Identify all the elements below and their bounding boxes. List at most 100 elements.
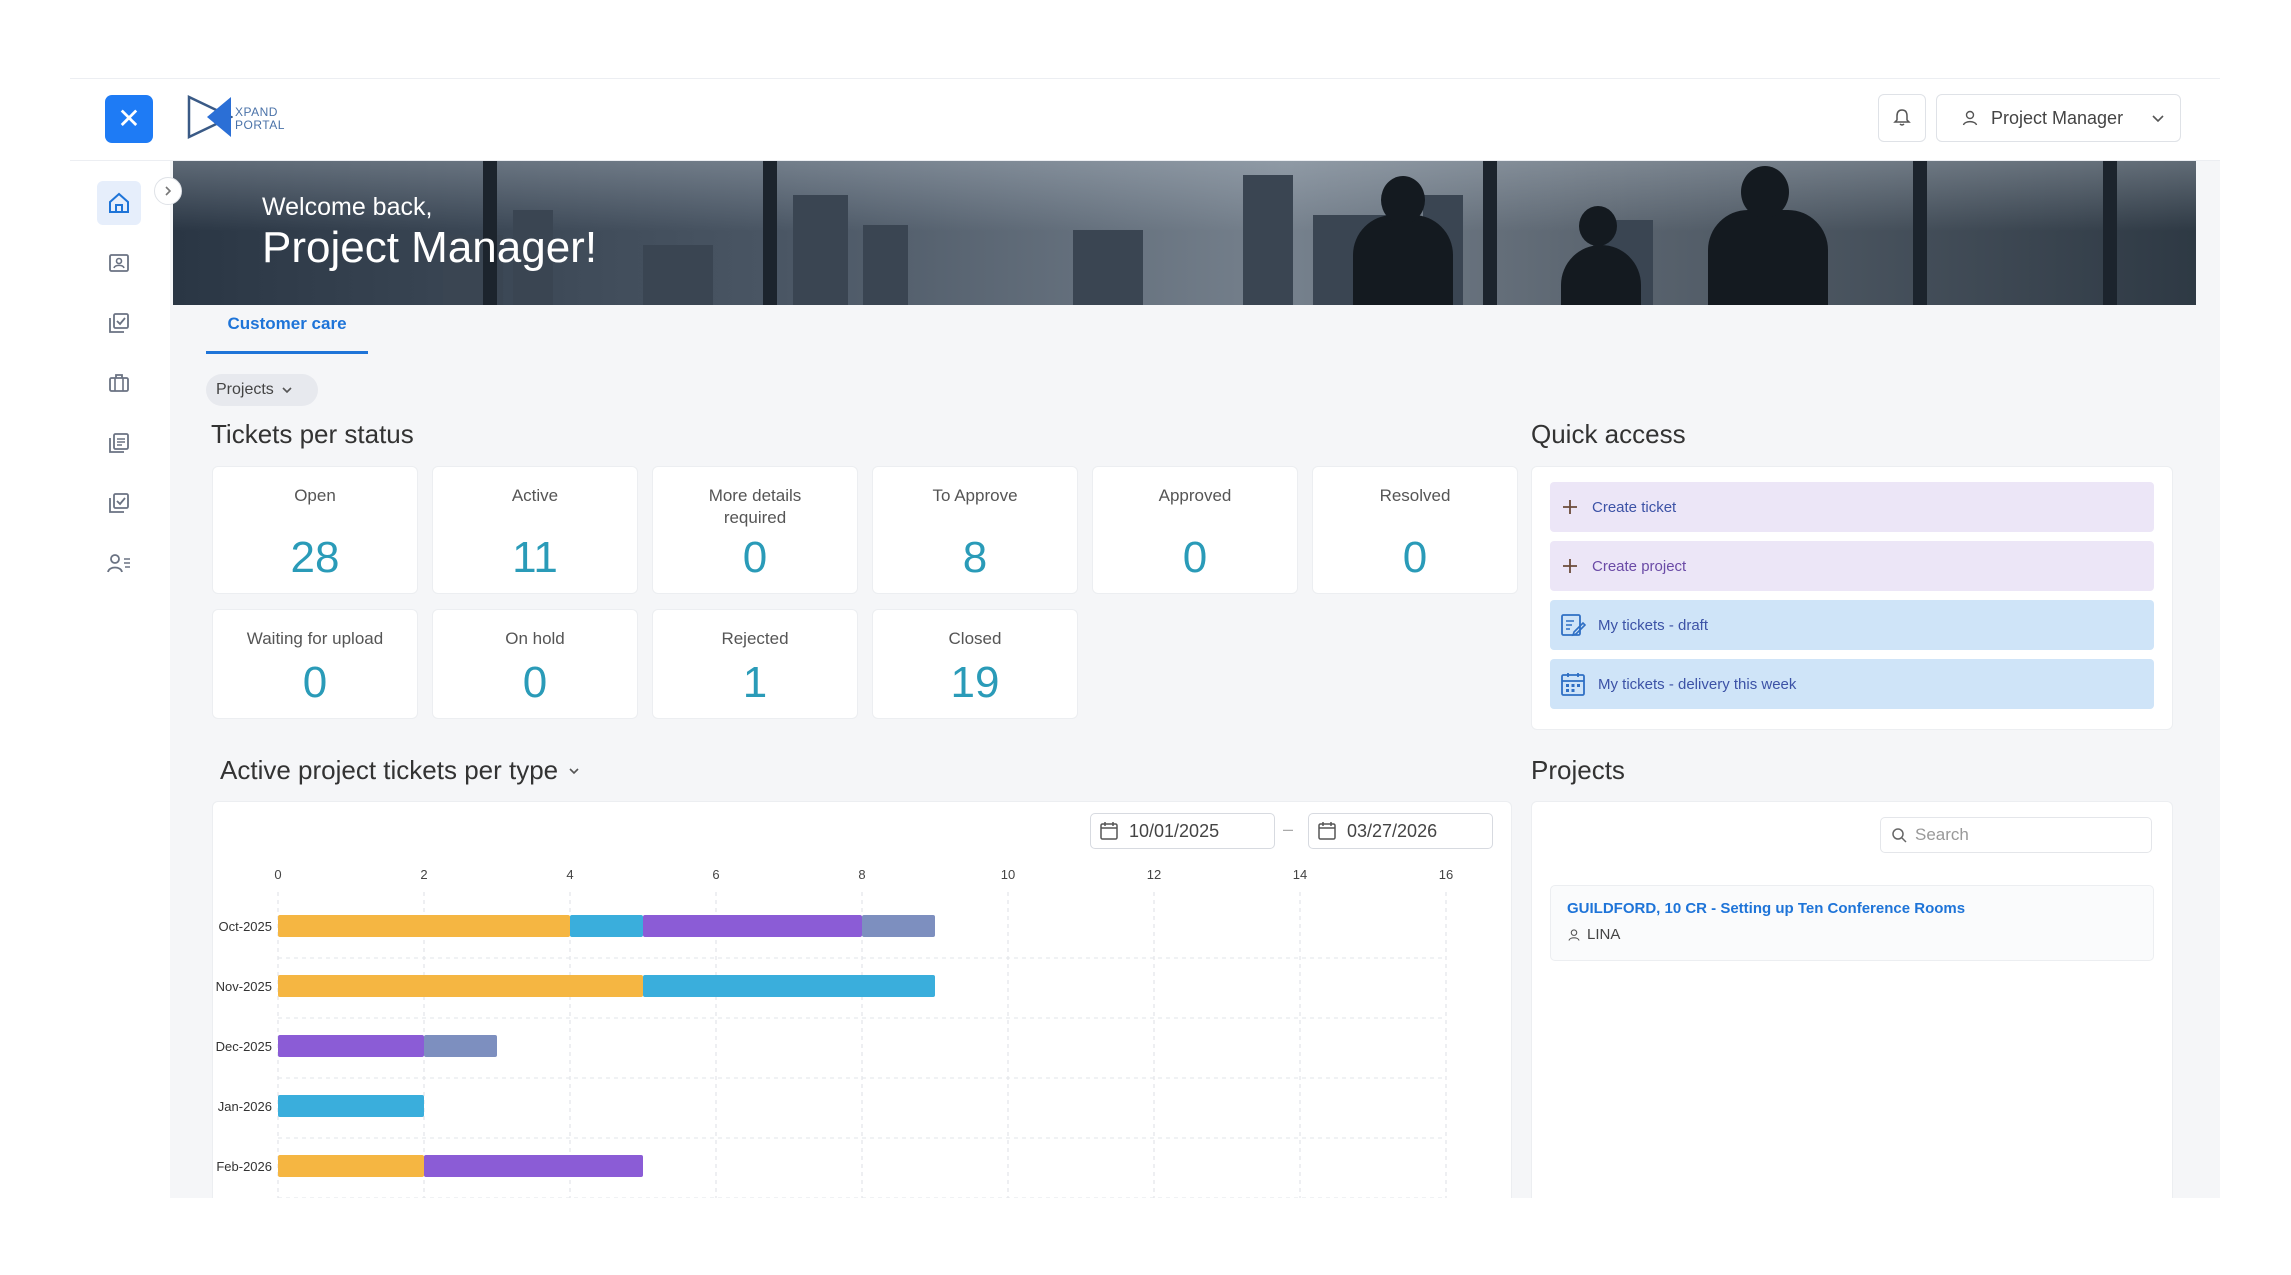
chart-bar: [424, 1035, 497, 1057]
calendar-icon: [1561, 673, 1585, 696]
approved-checklist-icon: [109, 493, 129, 513]
projects-filter-label: Projects: [216, 381, 274, 398]
status-card-value: 0: [742, 533, 768, 582]
banner-window-frame: [763, 161, 777, 305]
search-placeholder: Search: [1915, 825, 1969, 844]
projects-search-input[interactable]: Search: [1880, 817, 2152, 853]
status-card-closed[interactable]: Closed 19: [872, 609, 1078, 719]
status-card-label: Waiting for upload: [246, 629, 384, 648]
edit-list-icon: [1561, 614, 1586, 637]
chart-tick-label: 0: [274, 867, 281, 882]
projects-filter-dropdown[interactable]: Projects: [206, 374, 318, 406]
chart-category-label: Nov-2025: [216, 979, 272, 994]
status-card-on-hold[interactable]: On hold 0: [432, 609, 638, 719]
chart-title: Active project tickets per type: [220, 755, 559, 785]
status-card-resolved[interactable]: Resolved 0: [1312, 466, 1518, 594]
project-list-item[interactable]: GUILDFORD, 10 CR - Setting up Ten Confer…: [1550, 885, 2154, 961]
banner-person: [1708, 210, 1828, 305]
chart-category-label: Jan-2026: [218, 1099, 272, 1114]
status-card-value: 0: [1182, 533, 1208, 582]
plus-icon: [1563, 500, 1577, 514]
checklist-icon: [109, 313, 129, 333]
status-card-label: Open: [294, 486, 336, 505]
sidebar-expand-button[interactable]: [154, 177, 182, 205]
sidebar-item-projects[interactable]: [97, 361, 141, 405]
date-to-input[interactable]: 03/27/2026: [1308, 813, 1493, 849]
banner-window-frame: [1913, 161, 1927, 305]
my-tickets-delivery-button[interactable]: My tickets - delivery this week: [1550, 659, 2154, 709]
chart-tick-label: 8: [858, 867, 865, 882]
project-title[interactable]: GUILDFORD, 10 CR - Setting up Ten Confer…: [1567, 900, 1965, 917]
banner-person: [1353, 215, 1453, 305]
chart-svg: 0 2 4 6 8 10 12 14 16 Oct-2025 Nov-2025 Dec-2025 Jan…: [216, 867, 1453, 1198]
chart-category-label: Feb-2026: [216, 1159, 272, 1174]
tab-label: Customer care: [227, 314, 347, 333]
chart-bar: [278, 1095, 424, 1117]
banner-building: [643, 245, 713, 305]
chart-tick-label: 2: [420, 867, 427, 882]
chart-bar: [424, 1155, 643, 1177]
banner-person-head: [1741, 166, 1789, 218]
my-tickets-draft-button[interactable]: My tickets - draft: [1550, 600, 2154, 650]
status-card-more-details[interactable]: More details required 0: [652, 466, 858, 594]
status-card-value: 28: [290, 533, 340, 582]
banner-building: [1243, 175, 1293, 305]
status-card-waiting-upload[interactable]: Waiting for upload 0: [212, 609, 418, 719]
create-project-button[interactable]: Create project: [1550, 541, 2154, 591]
status-card-value: 0: [302, 658, 328, 707]
app-window: ✕ XPAND PORTAL Project Manager Welcome b…: [70, 78, 2220, 1198]
status-card-rejected[interactable]: Rejected 1: [652, 609, 858, 719]
chart-bar: [278, 975, 643, 997]
status-card-label: Closed: [948, 629, 1002, 648]
status-card-open[interactable]: Open 28: [212, 466, 418, 594]
sidebar-item-contacts[interactable]: [97, 241, 141, 285]
sidebar-item-users[interactable]: [97, 541, 141, 585]
create-ticket-button[interactable]: Create ticket: [1550, 482, 2154, 532]
chart-bar: [278, 1035, 424, 1057]
status-card-label: On hold: [505, 629, 565, 648]
quick-access-label: My tickets - delivery this week: [1598, 675, 1797, 693]
quick-access-label: Create project: [1592, 557, 1687, 575]
chart-bar: [643, 975, 935, 997]
chart-tick-label: 16: [1439, 867, 1453, 882]
status-card-approved[interactable]: Approved 0: [1092, 466, 1298, 594]
close-menu-button[interactable]: ✕: [105, 95, 153, 143]
home-icon: [109, 192, 129, 213]
banner-window-frame: [2103, 161, 2117, 305]
chart-type-dropdown[interactable]: Active project tickets per type: [220, 755, 582, 786]
chart-bar: [643, 915, 862, 937]
banner-sky: [173, 161, 2196, 231]
chevron-down-icon: [569, 767, 579, 774]
banner-building: [793, 195, 848, 305]
tab-customer-care[interactable]: Customer care: [206, 314, 368, 354]
project-owner-name: LINA: [1587, 926, 1621, 943]
sidebar-item-tickets[interactable]: [97, 301, 141, 345]
status-card-active[interactable]: Active 11: [432, 466, 638, 594]
user-menu-label: Project Manager: [1991, 107, 2124, 128]
logo-text: XPAND PORTAL: [235, 106, 285, 132]
status-card-label: Approved: [1158, 486, 1232, 505]
status-card-label: Active: [511, 486, 559, 505]
sidebar-item-approvals[interactable]: [97, 481, 141, 525]
projects-panel: [1531, 801, 2173, 1198]
status-card-value: 19: [950, 658, 1000, 707]
user-list-icon: [107, 554, 130, 573]
banner-building: [863, 225, 908, 305]
chart-tick-label: 6: [712, 867, 719, 882]
quick-access-title: Quick access: [1531, 419, 1686, 449]
status-card-to-approve[interactable]: To Approve 8: [872, 466, 1078, 594]
projects-section-title: Projects: [1531, 755, 1625, 785]
user-menu-button[interactable]: Project Manager: [1936, 94, 2181, 142]
sidebar-item-home[interactable]: [97, 181, 141, 225]
date-from-input[interactable]: 10/01/2025: [1090, 813, 1275, 849]
contact-card-icon: [109, 254, 129, 272]
sidebar-item-documents[interactable]: [97, 421, 141, 465]
notifications-button[interactable]: [1878, 94, 1926, 142]
banner-building: [1073, 230, 1143, 305]
status-card-label: More details required: [708, 486, 802, 527]
welcome-name: Project Manager!: [262, 223, 598, 272]
status-card-value: 1: [742, 658, 768, 707]
calendar-icon: [1318, 822, 1336, 840]
chart-bar: [278, 1155, 424, 1177]
logo[interactable]: XPAND PORTAL: [187, 94, 307, 144]
